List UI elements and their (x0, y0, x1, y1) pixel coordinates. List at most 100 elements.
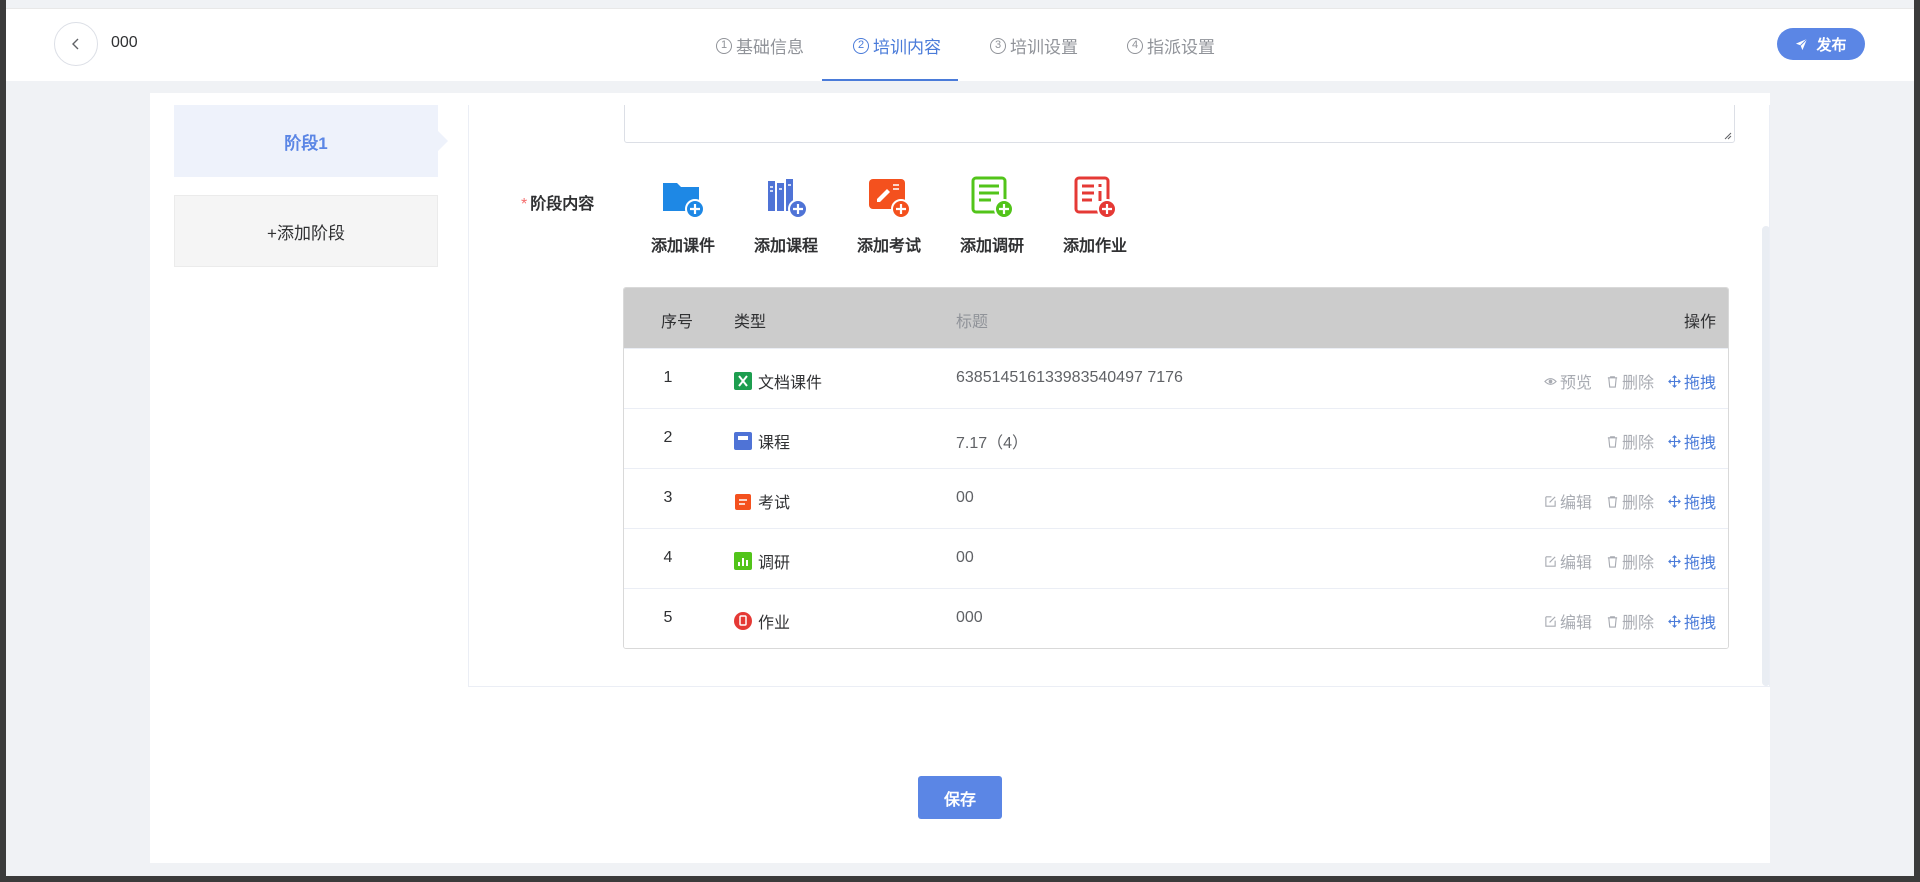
header-type: 类型 (734, 314, 767, 331)
row-title: 000 (956, 609, 983, 626)
add-course-button[interactable]: 添加课程 (746, 173, 826, 256)
delete-button[interactable]: 删除 (1606, 609, 1654, 633)
tab-label: 基础信息 (736, 38, 804, 57)
row-title: 00 (956, 549, 974, 566)
add-courseware-button[interactable]: 添加课件 (643, 173, 723, 256)
exam-add-icon (869, 179, 911, 219)
edit-button[interactable]: 编辑 (1544, 609, 1592, 633)
row-actions: 编辑 删除 拖拽 (1544, 609, 1716, 633)
vertical-scrollbar[interactable] (1762, 226, 1769, 686)
survey-icon (734, 552, 752, 570)
delete-label: 删除 (1621, 435, 1654, 452)
move-icon (1668, 494, 1681, 508)
homework-icon (734, 612, 752, 630)
delete-button[interactable]: 删除 (1606, 429, 1654, 453)
row-seq: 1 (663, 369, 673, 386)
resize-grip-icon[interactable] (1722, 130, 1732, 140)
delete-label: 删除 (1621, 555, 1654, 572)
preview-button[interactable]: 预览 (1544, 369, 1592, 393)
drag-handle[interactable]: 拖拽 (1668, 549, 1716, 573)
edit-label: 编辑 (1559, 495, 1592, 512)
row-seq: 5 (663, 609, 673, 626)
survey-add-icon (971, 176, 1014, 219)
step-number: 3 (990, 37, 1006, 54)
header-ops: 操作 (1683, 314, 1716, 331)
edit-label: 编辑 (1559, 615, 1592, 632)
row-type: 文档课件 (734, 369, 822, 393)
excel-icon (734, 372, 752, 390)
drag-label: 拖拽 (1683, 435, 1716, 452)
table-row: 4 调研 00 编辑 删除 拖拽 (624, 528, 1728, 588)
row-type-label: 文档课件 (758, 375, 823, 392)
drag-label: 拖拽 (1683, 555, 1716, 572)
step-number: 4 (1127, 37, 1143, 54)
edit-icon (1545, 555, 1556, 567)
books-add-icon (768, 179, 808, 219)
required-mark: * (521, 196, 528, 213)
stage-tab-1[interactable]: 阶段1 (174, 105, 448, 177)
add-survey-button[interactable]: 添加调研 (952, 173, 1032, 256)
row-type-label: 作业 (758, 615, 791, 632)
row-seq: 3 (663, 489, 673, 506)
row-type-label: 考试 (758, 495, 791, 512)
delete-button[interactable]: 删除 (1606, 549, 1654, 573)
drag-handle[interactable]: 拖拽 (1668, 609, 1716, 633)
save-button[interactable]: 保存 (918, 776, 1002, 819)
delete-button[interactable]: 删除 (1606, 489, 1654, 513)
tab-assign-settings[interactable]: 4 指派设置 (1127, 33, 1215, 58)
publish-label: 发布 (1816, 36, 1847, 54)
delete-button[interactable]: 删除 (1606, 369, 1654, 393)
main-card: 阶段1 +添加阶段 * 阶段内容 添加课件 添加课程 添加考试 添加调研 添加作… (150, 93, 1770, 863)
stage-description-input[interactable] (624, 105, 1735, 143)
row-title: 00 (956, 489, 974, 506)
row-type: 考试 (734, 489, 790, 513)
row-title: 7.17（4） (956, 435, 1029, 452)
row-actions: 删除 拖拽 (1606, 429, 1716, 453)
table-row: 1 文档课件 638514516133983540497 7176 预览 删除 … (624, 348, 1728, 408)
content-table: 序号 类型 标题 操作 1 文档课件 638514516133983540497… (623, 287, 1729, 649)
row-type-label: 调研 (758, 555, 791, 572)
tab-label: 指派设置 (1147, 38, 1215, 57)
add-exam-label: 添加考试 (856, 238, 921, 255)
row-type: 作业 (734, 609, 790, 633)
row-type: 课程 (734, 429, 790, 453)
drag-handle[interactable]: 拖拽 (1668, 489, 1716, 513)
add-exam-button[interactable]: 添加考试 (849, 173, 929, 256)
edit-button[interactable]: 编辑 (1544, 549, 1592, 573)
move-icon (1668, 554, 1681, 568)
add-homework-button[interactable]: 添加作业 (1055, 173, 1135, 256)
trash-icon (1607, 495, 1618, 508)
tab-training-settings[interactable]: 3 培训设置 (990, 33, 1078, 58)
row-actions: 预览 删除 拖拽 (1544, 369, 1716, 393)
move-icon (1668, 614, 1681, 628)
tab-label: 培训内容 (873, 38, 941, 57)
trash-icon (1607, 555, 1618, 568)
exam-icon (735, 494, 751, 510)
tab-basic-info[interactable]: 1 基础信息 (716, 33, 804, 58)
preview-label: 预览 (1559, 375, 1592, 392)
row-title: 638514516133983540497 7176 (956, 369, 1183, 386)
header-title: 标题 (956, 314, 989, 331)
move-icon (1668, 434, 1681, 448)
drag-label: 拖拽 (1683, 375, 1716, 392)
header-seq: 序号 (661, 314, 694, 331)
move-icon (1668, 374, 1681, 388)
row-actions: 编辑 删除 拖拽 (1544, 489, 1716, 513)
delete-label: 删除 (1621, 495, 1654, 512)
delete-label: 删除 (1621, 375, 1654, 392)
table-row: 3 考试 00 编辑 删除 拖拽 (624, 468, 1728, 528)
drag-handle[interactable]: 拖拽 (1668, 429, 1716, 453)
eye-icon (1544, 377, 1557, 385)
drag-label: 拖拽 (1683, 615, 1716, 632)
row-type: 调研 (734, 549, 790, 573)
edit-button[interactable]: 编辑 (1544, 489, 1592, 513)
drag-handle[interactable]: 拖拽 (1668, 369, 1716, 393)
publish-button[interactable]: 发布 (1777, 28, 1865, 60)
tab-training-content[interactable]: 2 培训内容 (853, 33, 941, 58)
table-header: 序号 类型 标题 操作 (624, 288, 1728, 348)
step-number: 2 (853, 37, 869, 54)
add-stage-button[interactable]: +添加阶段 (174, 195, 438, 267)
row-seq: 2 (663, 429, 673, 446)
folder-add-icon (663, 183, 705, 219)
add-stage-label: +添加阶段 (267, 223, 345, 243)
